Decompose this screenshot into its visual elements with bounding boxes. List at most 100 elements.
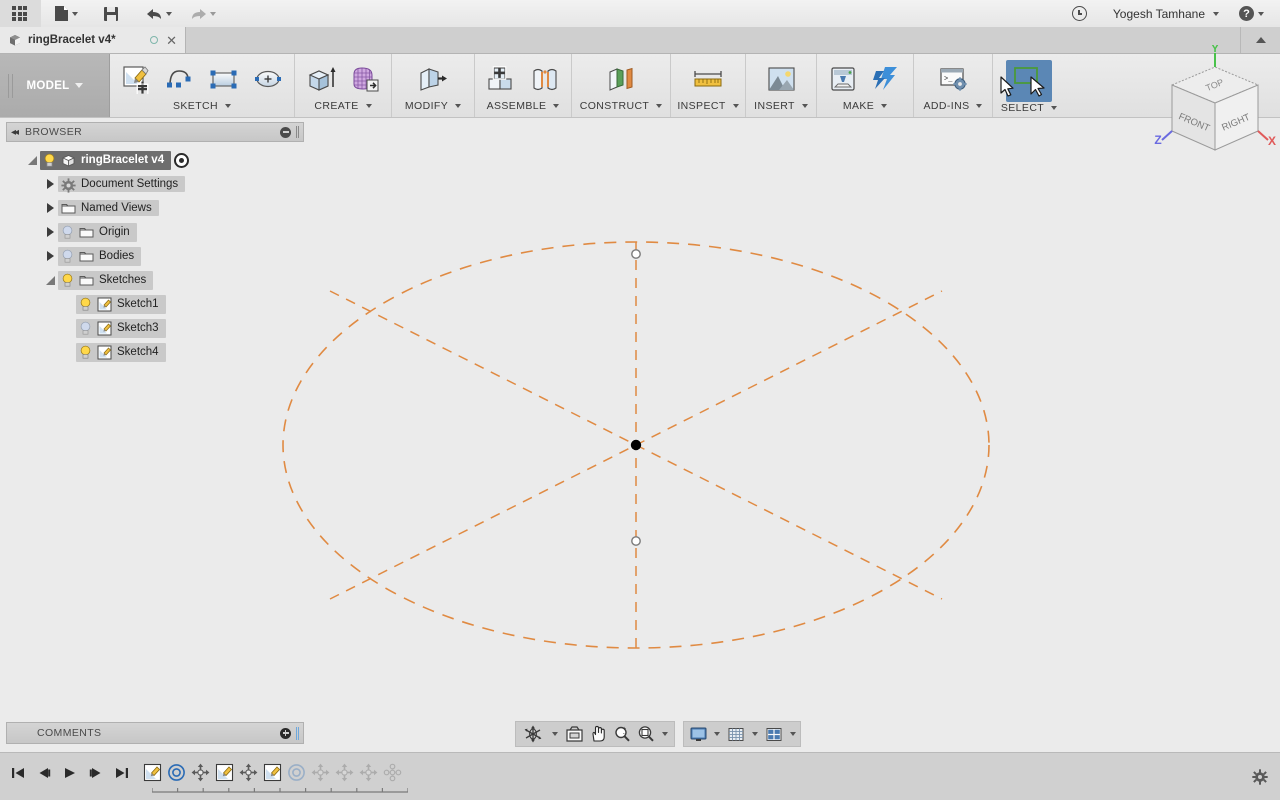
visibility-bulb-icon[interactable] (61, 225, 74, 240)
offset-plane-button[interactable] (601, 60, 641, 98)
display-settings-button[interactable] (686, 722, 710, 746)
document-tab[interactable]: ringBracelet v4* ✕ (0, 27, 186, 53)
fit-button[interactable] (634, 722, 658, 746)
visibility-bulb-icon[interactable] (61, 273, 74, 288)
expander-closed-icon[interactable] (42, 251, 58, 261)
tree-node-chip[interactable]: Named Views (58, 200, 159, 216)
play-button[interactable] (58, 761, 82, 785)
step-back-button[interactable] (32, 761, 56, 785)
new-document-button[interactable] (41, 0, 86, 28)
select-button[interactable] (1006, 60, 1052, 102)
new-component-button[interactable] (481, 60, 521, 98)
tree-node-root[interactable]: ringBracelet v4 (6, 148, 304, 172)
chevron-down-icon[interactable] (714, 732, 720, 736)
expander-closed-icon[interactable] (42, 227, 58, 237)
browser-minimize-icon[interactable] (280, 126, 291, 138)
tree-node-sketch1[interactable]: Sketch1 (6, 292, 304, 316)
tree-node-chip[interactable]: Sketch1 (76, 294, 166, 314)
timeline-item-move-suppressed[interactable] (332, 759, 356, 785)
sketch-circle-button[interactable] (248, 60, 288, 98)
sketch-rectangle-button[interactable] (204, 60, 244, 98)
visibility-bulb-icon[interactable] (79, 297, 92, 312)
ribbon-group-title-select[interactable]: SELECT (999, 102, 1059, 117)
create-form-button[interactable] (345, 60, 385, 98)
tree-node-chip[interactable]: Sketch3 (76, 318, 166, 338)
chevron-down-icon[interactable] (752, 732, 758, 736)
press-pull-button[interactable] (413, 60, 453, 98)
user-menu-button[interactable]: Yogesh Tamhane (1095, 0, 1227, 28)
viewports-button[interactable] (762, 722, 786, 746)
tree-node-origin[interactable]: Origin (6, 220, 304, 244)
chevron-down-icon[interactable] (662, 732, 668, 736)
timeline-item-revolve[interactable] (164, 759, 188, 785)
tree-node-sketch4[interactable]: Sketch4 (6, 340, 304, 364)
expander-open-icon[interactable] (42, 275, 58, 285)
ribbon-group-title-make[interactable]: MAKE (823, 100, 907, 115)
ribbon-group-title-sketch[interactable]: SKETCH (116, 100, 288, 115)
timeline-item-revolve-suppressed[interactable] (284, 759, 308, 785)
collapse-browser-button[interactable]: ◂◂ (11, 127, 25, 138)
timeline-item-move-suppressed[interactable] (356, 759, 380, 785)
pan-button[interactable] (586, 722, 610, 746)
ribbon-group-title-modify[interactable]: MODIFY (398, 100, 468, 115)
ribbon-group-title-create[interactable]: CREATE (301, 100, 385, 115)
orbit-button[interactable] (518, 722, 548, 746)
fusion-make-button[interactable] (867, 60, 907, 98)
chevron-down-icon[interactable] (790, 732, 796, 736)
view-cube[interactable]: TOP FRONT RIGHT Y Z X (1150, 45, 1280, 175)
tree-node-chip[interactable]: Bodies (58, 246, 142, 266)
activate-component-icon[interactable] (174, 152, 190, 168)
help-menu-button[interactable]: ? (1227, 0, 1272, 28)
step-forward-button[interactable] (84, 761, 108, 785)
3d-print-button[interactable] (823, 60, 863, 98)
timeline-item-move[interactable] (236, 759, 260, 785)
measure-button[interactable] (688, 60, 728, 98)
ribbon-group-title-assemble[interactable]: ASSEMBLE (481, 100, 565, 115)
tree-node-chip[interactable]: ringBracelet v4 (40, 150, 172, 170)
timeline-settings-button[interactable] (1252, 769, 1268, 785)
timeline-item-sketch[interactable] (260, 759, 284, 785)
extrude-button[interactable] (301, 60, 341, 98)
go-to-end-button[interactable] (110, 761, 134, 785)
workspace-selector[interactable]: MODEL (0, 54, 110, 117)
save-button[interactable] (86, 0, 126, 28)
tree-node-sketches[interactable]: Sketches (6, 268, 304, 292)
zoom-button[interactable]: + - (610, 722, 634, 746)
tree-node-sketch3[interactable]: Sketch3 (6, 316, 304, 340)
undo-button[interactable] (126, 0, 180, 28)
tree-node-chip[interactable]: Sketch4 (76, 342, 166, 362)
timeline-item-sketch[interactable] (140, 759, 164, 785)
chevron-down-icon[interactable] (552, 732, 558, 736)
tree-node-chip[interactable]: Document Settings (58, 176, 186, 193)
scripts-addins-button[interactable]: >_ (933, 60, 973, 98)
ribbon-group-title-insert[interactable]: INSERT (752, 100, 810, 115)
insert-canvas-button[interactable] (761, 60, 801, 98)
tree-node-named-views[interactable]: Named Views (6, 196, 304, 220)
expander-closed-icon[interactable] (42, 203, 58, 213)
visibility-bulb-icon[interactable] (43, 153, 56, 168)
comments-panel-header[interactable]: COMMENTS (6, 722, 304, 744)
timeline-item-pattern-suppressed[interactable] (380, 759, 404, 785)
joint-button[interactable] (525, 60, 565, 98)
app-grid-button[interactable] (0, 0, 41, 28)
redo-button[interactable] (180, 0, 224, 28)
tree-node-document-settings[interactable]: Document Settings (6, 172, 304, 196)
visibility-bulb-icon[interactable] (61, 249, 74, 264)
browser-resize-grip[interactable] (296, 126, 299, 138)
create-sketch-button[interactable] (116, 60, 156, 98)
tree-node-bodies[interactable]: Bodies (6, 244, 304, 268)
job-status-button[interactable] (1064, 0, 1095, 28)
look-at-button[interactable] (562, 722, 586, 746)
add-comment-button[interactable] (280, 727, 291, 739)
timeline-item-sketch[interactable] (212, 759, 236, 785)
expander-closed-icon[interactable] (42, 179, 58, 189)
ribbon-group-title-addins[interactable]: ADD-INS (920, 100, 986, 115)
visibility-bulb-icon[interactable] (79, 321, 92, 336)
tree-node-chip[interactable]: Origin (58, 222, 137, 242)
close-tab-button[interactable]: ✕ (164, 34, 179, 47)
timeline-item-move[interactable] (188, 759, 212, 785)
ribbon-group-title-construct[interactable]: CONSTRUCT (578, 100, 664, 115)
grid-snaps-button[interactable] (724, 722, 748, 746)
ribbon-group-title-inspect[interactable]: INSPECT (677, 100, 739, 115)
expander-open-icon[interactable] (24, 155, 40, 165)
